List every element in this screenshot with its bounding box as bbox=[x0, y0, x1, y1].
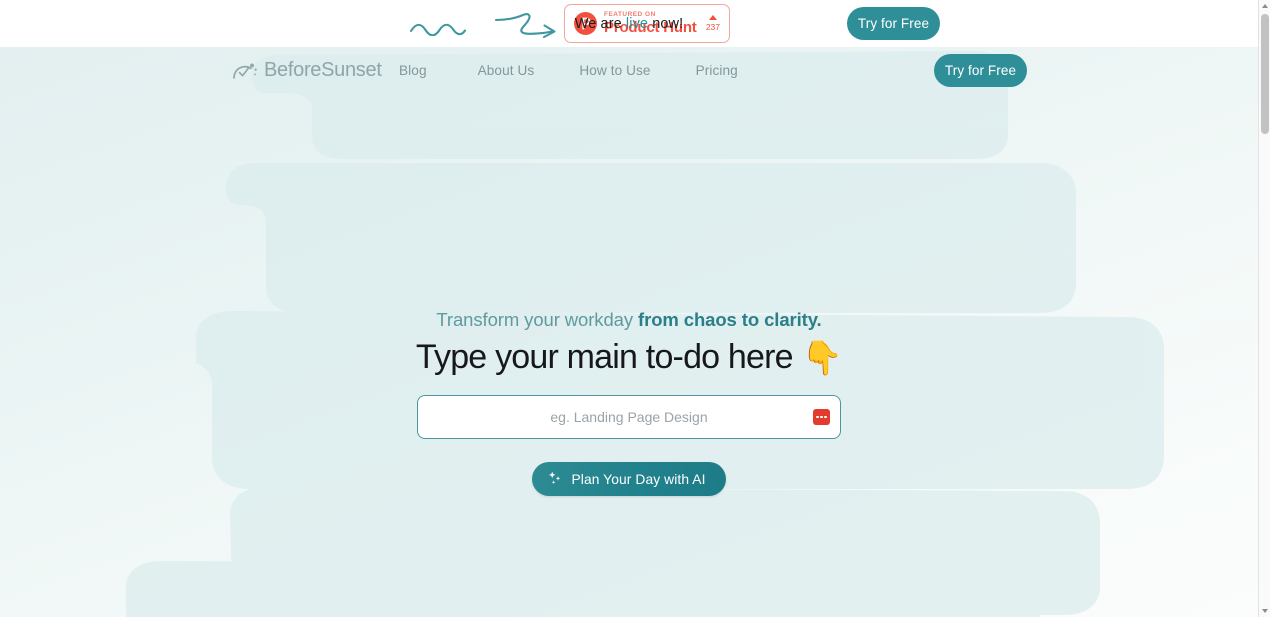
announcement-inner: We are live now! bbox=[575, 16, 684, 32]
plan-button-label: Plan Your Day with AI bbox=[571, 471, 706, 487]
red-dots-icon[interactable] bbox=[813, 409, 830, 425]
announcement-suffix: now! bbox=[648, 15, 684, 32]
scroll-up-arrow-icon[interactable] bbox=[1259, 0, 1270, 12]
hero-content: Transform your workday from chaos to cla… bbox=[0, 309, 1258, 496]
squiggle-underline-icon bbox=[409, 23, 467, 36]
dot-2 bbox=[820, 415, 823, 419]
hero-headline-text: Type your main to-do here bbox=[415, 338, 794, 376]
dot-3 bbox=[824, 415, 827, 419]
triangle-up-icon bbox=[708, 15, 717, 20]
product-hunt-votes: 237 bbox=[706, 15, 720, 32]
pointing-down-hand-emoji: 👇 bbox=[801, 339, 843, 376]
announcement-text: We are live now! bbox=[575, 16, 684, 32]
nav-links: Blog About Us How to Use Pricing bbox=[399, 63, 738, 78]
nav-link-about-us[interactable]: About Us bbox=[478, 63, 535, 78]
nav-item-pricing[interactable]: Pricing bbox=[696, 63, 738, 78]
hero-eyebrow-light: Transform your workday bbox=[436, 309, 633, 330]
hero-eyebrow: Transform your workday from chaos to cla… bbox=[436, 309, 821, 331]
announcement-highlight: live bbox=[625, 15, 649, 32]
todo-input-wrapper bbox=[417, 395, 841, 439]
scrollbar-thumb[interactable] bbox=[1261, 14, 1269, 134]
todo-input[interactable] bbox=[417, 395, 841, 439]
page-title: Type your main to-do here 👇 bbox=[415, 338, 843, 377]
hero-section: BeforeSunset Blog About Us How to Use Pr… bbox=[0, 47, 1258, 617]
announcement-prefix: We are bbox=[574, 15, 626, 32]
nav-link-blog[interactable]: Blog bbox=[399, 63, 427, 78]
nav-link-how-to-use[interactable]: How to Use bbox=[579, 63, 650, 78]
dot-1 bbox=[816, 415, 819, 419]
nav-item-blog[interactable]: Blog bbox=[399, 63, 427, 78]
product-hunt-upvote-count: 237 bbox=[705, 22, 720, 32]
scroll-down-arrow-icon[interactable] bbox=[1259, 605, 1270, 617]
announcement-try-for-free-button[interactable]: Try for Free bbox=[847, 7, 940, 40]
sparkles-icon bbox=[547, 470, 563, 489]
brand-logo[interactable]: BeforeSunset bbox=[232, 59, 382, 82]
navbar-try-for-free-button[interactable]: Try for Free bbox=[934, 54, 1027, 87]
main-navbar: BeforeSunset Blog About Us How to Use Pr… bbox=[0, 47, 1258, 94]
loop-arrow-icon bbox=[494, 13, 556, 39]
vertical-scrollbar[interactable] bbox=[1258, 0, 1270, 617]
page-content: We are live now! FEATURED ON Product Hun… bbox=[0, 0, 1258, 617]
hero-eyebrow-bold: from chaos to clarity. bbox=[638, 309, 822, 330]
nav-item-how-to-use[interactable]: How to Use bbox=[579, 63, 650, 78]
announcement-bar: We are live now! FEATURED ON Product Hun… bbox=[0, 0, 1258, 47]
nav-item-about-us[interactable]: About Us bbox=[478, 63, 535, 78]
brand-logo-text: BeforeSunset bbox=[264, 59, 382, 81]
sunset-check-arc-icon bbox=[232, 60, 258, 82]
plan-your-day-with-ai-button[interactable]: Plan Your Day with AI bbox=[532, 462, 726, 496]
browser-viewport: We are live now! FEATURED ON Product Hun… bbox=[0, 0, 1270, 617]
nav-link-pricing[interactable]: Pricing bbox=[696, 63, 738, 78]
